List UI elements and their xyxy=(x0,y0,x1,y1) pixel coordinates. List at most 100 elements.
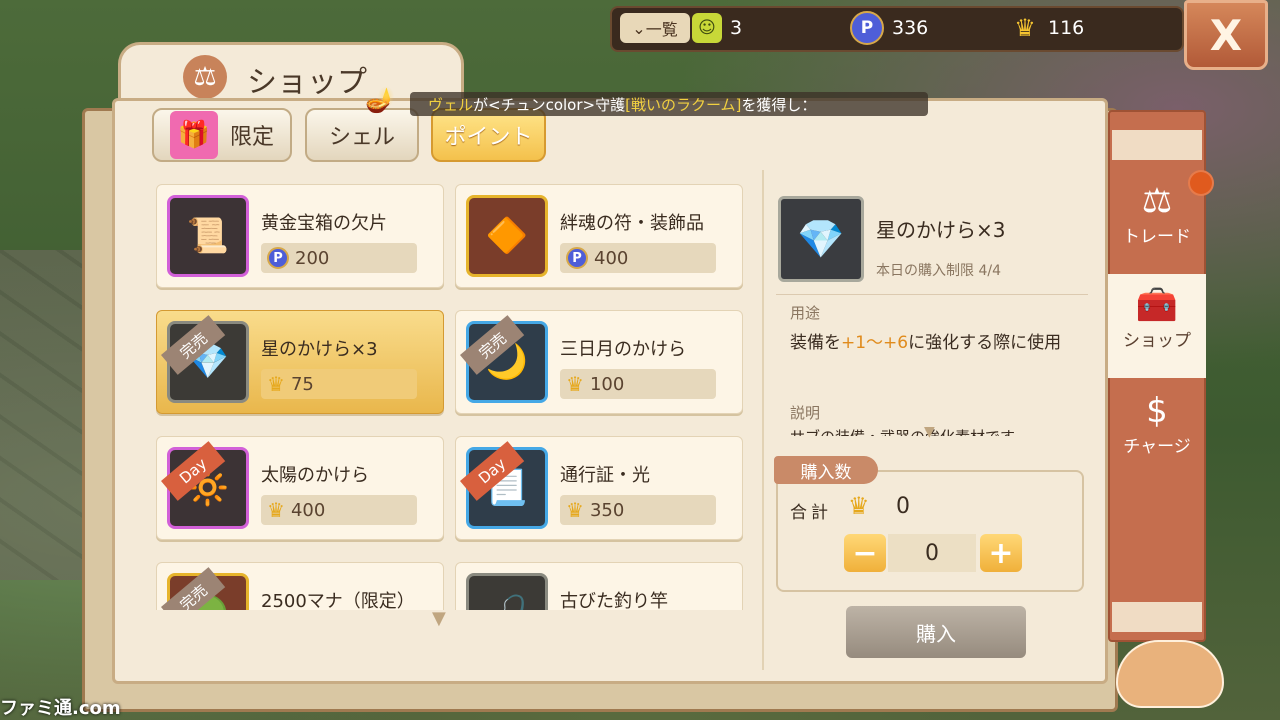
points-counter: P 336 xyxy=(850,11,929,45)
star-shard-icon: 💎 xyxy=(778,196,864,282)
crown-icon: ♛ xyxy=(267,498,285,522)
crowns-counter: ♛ 116 xyxy=(1010,12,1084,44)
list-button[interactable]: ⌄ 一覧 xyxy=(620,13,690,43)
item-price: ♛ 75 xyxy=(261,369,417,399)
usage-pre: 装備を xyxy=(790,333,841,353)
price-value: 200 xyxy=(295,247,330,269)
item-name: 2500マナ（限定） xyxy=(261,591,415,610)
description-text[interactable]: サブの装備・武器の強化素材です xyxy=(790,426,1080,436)
crown-icon: ♛ xyxy=(1014,14,1036,42)
shop-scale-icon: ⚖ xyxy=(183,55,227,99)
description-label: 説明 xyxy=(790,404,821,422)
ticket-counter: ☺ 3 xyxy=(692,12,742,44)
chevron-down-icon: ⌄ xyxy=(632,18,646,38)
notice-text: が<チュンcolor>守護 xyxy=(473,95,626,114)
decrease-button[interactable]: − xyxy=(844,534,886,572)
item-name: 星のかけら×3 xyxy=(261,339,378,360)
tab-shell[interactable]: シェル xyxy=(305,108,419,162)
usage-range: +1～+6 xyxy=(841,333,909,353)
purchase-limit: 本日の購入制限 4/4 xyxy=(876,263,1001,279)
shop-item[interactable]: 🌙 完売 三日月のかけら ♛ 100 xyxy=(455,310,743,414)
quantity-value[interactable]: 0 xyxy=(888,534,976,572)
notification-dot-icon xyxy=(1188,170,1214,196)
item-price: P 200 xyxy=(261,243,417,273)
close-icon: X xyxy=(1209,10,1243,60)
side-menu-ornament xyxy=(1112,602,1202,632)
close-button[interactable]: X xyxy=(1184,0,1268,70)
price-value: 400 xyxy=(594,247,629,269)
tab-limited[interactable]: 🎁 限定 xyxy=(152,108,292,162)
item-price: ♛ 400 xyxy=(261,495,417,525)
p-coin-icon: P xyxy=(267,247,289,269)
announcement-ticker: ヴェル が<チュンcolor>守護 [戦いのラクーム] を獲得し： xyxy=(410,92,928,116)
dollar-icon: $ xyxy=(1146,391,1168,431)
usage-label: 用途 xyxy=(790,304,821,322)
panel-divider xyxy=(762,170,764,670)
currency-bar: ⌄ 一覧 ☺ 3 P 336 ♛ 116 xyxy=(610,6,1184,52)
sidebar-item-shop[interactable]: 🧰 ショップ xyxy=(1108,274,1206,378)
price-value: 100 xyxy=(589,373,625,395)
quantity-label: 購入数 xyxy=(774,456,878,484)
price-value: 75 xyxy=(290,373,314,395)
shop-item[interactable]: 📃 Day 通行証・光 ♛ 350 xyxy=(455,436,743,540)
fishing-rod-icon: 🎣 xyxy=(466,573,548,610)
notice-item: [戦いのラクーム] xyxy=(625,95,742,114)
sidebar-item-label: トレード xyxy=(1123,227,1191,247)
increase-button[interactable]: + xyxy=(980,534,1022,572)
crown-icon: ♛ xyxy=(566,372,584,396)
page-title: ショップ xyxy=(247,65,367,100)
item-name: 絆魂の符・装飾品 xyxy=(560,213,704,234)
mascot-character xyxy=(1116,640,1224,708)
crowns-value: 116 xyxy=(1048,17,1085,39)
shop-item[interactable]: 🎣 古びた釣り竿 xyxy=(455,562,743,610)
minus-icon: − xyxy=(852,535,878,571)
usage-text: 装備を+1～+6に強化する際に使用 xyxy=(790,330,1090,356)
shop-item[interactable]: 🔆 Day 太陽のかけら ♛ 400 xyxy=(156,436,444,540)
usage-post: に強化する際に使用 xyxy=(908,333,1062,353)
shop-item[interactable]: 🟢 完売 2500マナ（限定） xyxy=(156,562,444,610)
side-menu-ornament xyxy=(1112,130,1202,160)
notice-player: ヴェル xyxy=(428,95,474,114)
total-label: 合計 xyxy=(790,503,832,523)
buy-button[interactable]: 購入 xyxy=(846,606,1026,658)
gold-chest-shard-icon: 📜 xyxy=(167,195,249,277)
tab-label: ポイント xyxy=(444,125,533,150)
magic-lamp-icon: 🪔 xyxy=(365,86,395,114)
quantity-box xyxy=(776,470,1084,592)
item-grid: 📜 黄金宝箱の欠片 P 200 🔶 絆魂の符・装飾品 P 400 💎 完売 星の… xyxy=(118,170,760,610)
total-value: 0 xyxy=(896,494,910,519)
points-value: 336 xyxy=(892,17,929,39)
tab-point[interactable]: ポイント xyxy=(431,108,546,162)
sidebar-item-label: ショップ xyxy=(1123,331,1191,351)
sidebar-item-label: チャージ xyxy=(1123,437,1191,457)
item-price: ♛ 100 xyxy=(560,369,716,399)
watermark-logo: ファミ通.com xyxy=(0,698,121,719)
detail-item-name: 星のかけら×3 xyxy=(876,218,1006,242)
item-name: 通行証・光 xyxy=(560,465,650,486)
price-value: 350 xyxy=(589,499,625,521)
crown-icon: ♛ xyxy=(848,492,870,520)
item-name: 三日月のかけら xyxy=(560,339,686,360)
expand-chevron-icon[interactable]: ▼ xyxy=(924,424,935,440)
list-label: 一覧 xyxy=(645,20,678,39)
p-coin-icon: P xyxy=(850,11,884,45)
shop-item[interactable]: 🔶 絆魂の符・装飾品 P 400 xyxy=(455,184,743,288)
item-name: 太陽のかけら xyxy=(261,465,369,486)
gift-box-icon: 🎁 xyxy=(169,111,218,159)
item-name: 古びた釣り竿 xyxy=(560,591,668,610)
ticket-value: 3 xyxy=(730,17,743,39)
tab-label: 限定 xyxy=(229,125,274,150)
tab-label: シェル xyxy=(328,125,395,150)
plus-icon: + xyxy=(988,535,1014,571)
item-name: 黄金宝箱の欠片 xyxy=(261,213,387,234)
price-value: 400 xyxy=(290,499,326,521)
crown-icon: ♛ xyxy=(566,498,584,522)
shop-item-selected[interactable]: 💎 完売 星のかけら×3 ♛ 75 xyxy=(156,310,444,414)
crown-icon: ♛ xyxy=(267,372,285,396)
item-price: P 400 xyxy=(560,243,716,273)
sidebar-item-charge[interactable]: $ チャージ xyxy=(1108,380,1206,484)
shop-item[interactable]: 📜 黄金宝箱の欠片 P 200 xyxy=(156,184,444,288)
soul-charm-icon: 🔶 xyxy=(466,195,548,277)
scroll-down-icon[interactable]: ▼ xyxy=(432,608,446,629)
notice-text-end: を獲得し： xyxy=(741,95,817,114)
